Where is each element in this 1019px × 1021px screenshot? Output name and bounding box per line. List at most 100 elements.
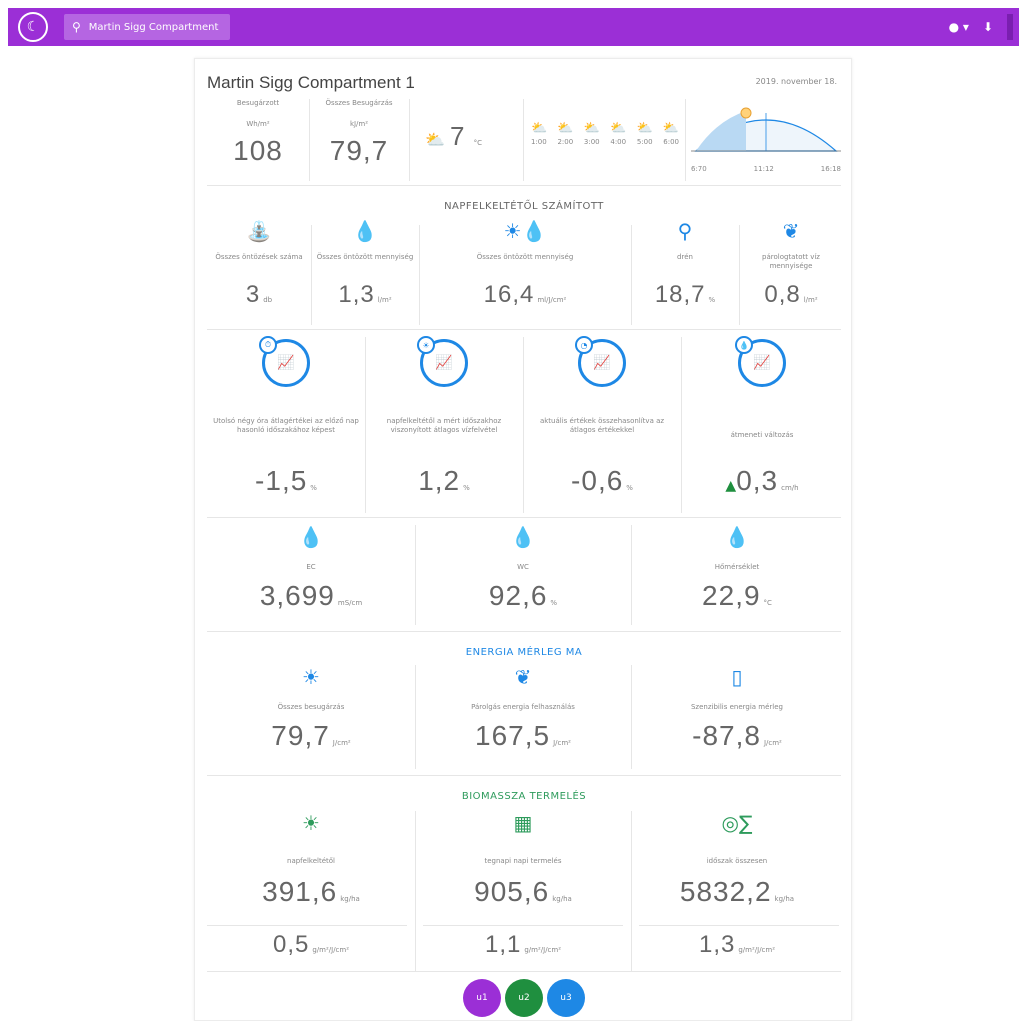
sensor-unit: °C	[763, 599, 772, 607]
sprinkler-icon: ⛲	[246, 219, 272, 243]
metric-unit: kJ/m²	[349, 120, 369, 128]
fab-label: u3	[560, 993, 572, 1003]
stat-unit: ml/J/cm²	[537, 296, 567, 304]
stat-irrigated-amount: 💧 Összes öntözött mennyiség 1,3 l/m²	[313, 219, 417, 309]
divider	[309, 99, 310, 181]
divider	[631, 525, 632, 625]
stat-drain: ⚲ drén 18,7%	[633, 219, 737, 309]
divider	[409, 99, 410, 181]
search-text: Martin Sigg Compartment	[88, 21, 219, 33]
download-icon[interactable]: ⬇	[983, 20, 993, 34]
sum-icon: ◎∑	[721, 811, 753, 835]
section-heading-energy: ENERGIA MÉRLEG MA	[465, 647, 583, 658]
cloud-sun-icon: ⛅	[557, 121, 574, 136]
action-button-3[interactable]: u3	[547, 979, 585, 1017]
trend-current-vs-average: ◔ 📈 aktuális értékek összehasonlítva az á…	[525, 336, 679, 497]
biomass-period-total: ◎∑ időszak összesen 5832,2 kg/ha	[633, 811, 841, 908]
search-input[interactable]: ⚲ Martin Sigg Compartment	[64, 14, 230, 40]
forecast-times: 1:00 2:00 3:00 4:00 5:00 6:00	[531, 138, 679, 147]
cloud-sun-icon: ⛅	[583, 121, 600, 136]
trend-unit: %	[310, 484, 317, 492]
stat-value: 3	[245, 281, 261, 308]
trend-label: Utolsó négy óra átlagértékei az előző na…	[213, 417, 359, 434]
stat-value: 0,8	[764, 281, 801, 308]
trend-chart-icon: 💧 📈	[735, 336, 786, 387]
date-label: 2019. november 18.	[755, 77, 837, 86]
sunrise-time: 6:70	[691, 165, 707, 173]
fab-label: u1	[476, 993, 488, 1003]
cloud-sun-icon: ⛅	[662, 121, 679, 136]
biomass-efficiency: 1,1 g/m²/J/cm²	[417, 931, 629, 959]
cloud-sun-icon: ⛅	[531, 121, 548, 136]
stat-value: 1,3	[338, 281, 375, 308]
energy-unit: J/cm²	[553, 739, 571, 747]
divider	[739, 225, 740, 325]
clock-badge-icon: ⏱	[259, 336, 277, 354]
gauge-badge-icon: ◔	[575, 336, 593, 354]
sensor-label: WC	[517, 563, 529, 571]
separator	[207, 517, 841, 518]
forecast-icons: ⛅ ⛅ ⛅ ⛅ ⛅ ⛅	[531, 121, 679, 136]
user-icon[interactable]: ● ▾	[949, 20, 969, 34]
sunset-time: 16:18	[820, 165, 841, 173]
forecast-strip: ⛅ ⛅ ⛅ ⛅ ⛅ ⛅ 1:00 2:00 3:00 4:00 5:00 6:00	[531, 121, 679, 147]
trend-value: 0,3	[736, 465, 779, 496]
sun-water-icon: ☀💧	[503, 219, 547, 243]
trend-since-sunrise: ☀ 📈 napfelkeltétől a mért időszakhoz visz…	[367, 336, 521, 497]
sensor-label: Hőmérséklet	[714, 563, 760, 571]
water-drops-icon: 💧	[352, 219, 378, 243]
energy-value: 79,7	[271, 720, 330, 751]
sensor-wc: 💧 WC 92,6%	[417, 525, 629, 612]
biomass-efficiency: 1,3 g/m²/J/cm²	[633, 931, 841, 959]
trend-value: 1,2	[418, 465, 461, 496]
divider	[631, 225, 632, 325]
trend-transitional-change: 💧 📈 átmeneti változás ▲0,3 cm/h	[683, 336, 841, 497]
stat-value: 16,4	[483, 281, 535, 308]
drop-badge-icon: 💧	[735, 336, 753, 354]
sun-icon: ☀	[302, 665, 320, 689]
trend-chart-icon: ☀ 📈	[417, 336, 468, 387]
trend-unit: %	[626, 484, 633, 492]
biomass-efficiency-value: 0,5	[272, 931, 310, 958]
cloud-sun-icon: ⛅	[636, 121, 653, 136]
stat-label: párologtatott víz mennyisége	[762, 253, 820, 270]
stat-unit: l/m²	[377, 296, 392, 304]
divider	[415, 525, 416, 625]
action-button-2[interactable]: u2	[505, 979, 543, 1017]
biomass-yesterday: ▦ tegnapi napi termelés 905,6 kg/ha	[417, 811, 629, 908]
sensor-temperature: 💧 Hőmérséklet 22,9 °C	[633, 525, 841, 612]
separator	[207, 329, 841, 330]
sun-times: 6:70 11:12 16:18	[691, 165, 841, 174]
plant-evaporation-icon: ❦	[514, 665, 532, 689]
biomass-label: időszak összesen	[706, 857, 768, 865]
search-icon: ⚲	[72, 20, 81, 34]
energy-label: Összes besugárzás	[277, 703, 345, 711]
trend-label: aktuális értékek összehasonlítva az átla…	[539, 417, 665, 434]
metric-label: Összes Besugárzás	[325, 99, 393, 107]
compartment-card: Martin Sigg Compartment 1 2019. november…	[194, 58, 852, 1021]
separator	[423, 925, 623, 926]
energy-evaporation: ❦ Párolgás energia felhasználás 167,5 J/c…	[417, 665, 629, 752]
stat-label: drén	[677, 253, 693, 261]
water-drops-icon: 💧	[510, 525, 536, 549]
divider	[681, 337, 682, 513]
app-logo-icon[interactable]: ☾	[18, 12, 48, 42]
energy-label: Párolgás energia felhasználás	[471, 703, 575, 711]
sensor-value: 22,9	[702, 580, 761, 611]
forecast-time: 4:00	[610, 138, 627, 146]
drain-pipe-icon: ⚲	[677, 219, 693, 243]
energy-sensible-balance: ▯ Szenzibilis energia mérleg -87,8 J/cm²	[633, 665, 841, 752]
divider	[415, 665, 416, 769]
sensor-value: 3,699	[259, 580, 335, 611]
trend-label: átmeneti változás	[730, 431, 794, 439]
biomass-unit: kg/ha	[552, 895, 572, 903]
water-drops-icon: 💧	[724, 525, 750, 549]
biomass-unit: kg/ha	[774, 895, 795, 903]
divider	[631, 665, 632, 769]
sensor-label: EC	[306, 563, 316, 571]
metric-total-irradiation: Összes Besugárzás kJ/m² 79,7	[313, 99, 405, 167]
current-temperature: ⛅ 7 °C	[425, 121, 515, 152]
separator	[207, 185, 841, 186]
action-button-1[interactable]: u1	[463, 979, 501, 1017]
sensor-unit: mS/cm	[337, 599, 363, 607]
